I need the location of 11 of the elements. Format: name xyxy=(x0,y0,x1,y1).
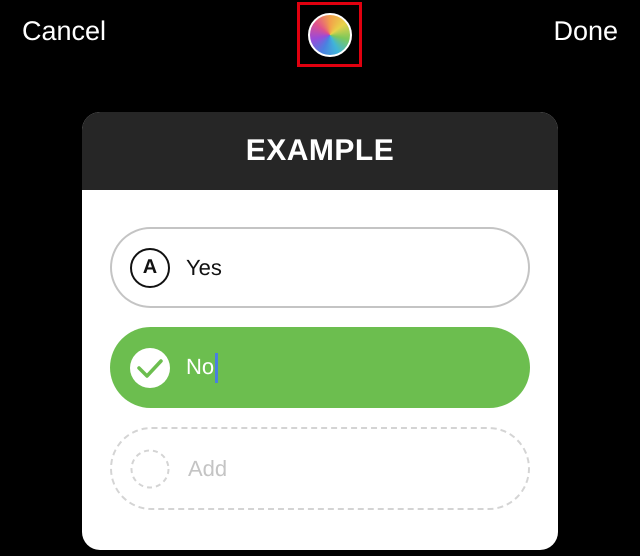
option-letter: A xyxy=(130,248,170,288)
add-option-input[interactable]: Add xyxy=(186,454,528,482)
done-button[interactable]: Done xyxy=(553,16,618,47)
text-cursor xyxy=(215,352,218,382)
quiz-title: EXAMPLE xyxy=(246,134,394,168)
answer-option[interactable]: A Yes xyxy=(110,227,530,308)
color-picker-button[interactable] xyxy=(308,12,352,56)
cancel-button[interactable]: Cancel xyxy=(22,16,106,47)
check-icon xyxy=(130,348,170,388)
dashed-circle-icon xyxy=(130,448,170,488)
add-option-field[interactable]: Add xyxy=(110,427,530,510)
